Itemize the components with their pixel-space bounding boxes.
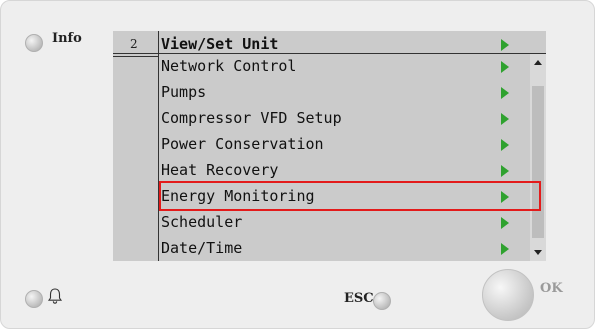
arrow-right-icon (501, 61, 509, 73)
alarm-led-button[interactable] (25, 290, 43, 308)
info-led-button[interactable] (25, 34, 43, 52)
scroll-up-icon[interactable] (534, 60, 542, 65)
display-screen: 2 View/Set Unit Network Control Pumps Co… (113, 31, 546, 261)
menu-item-scheduler[interactable]: Scheduler (113, 209, 546, 235)
arrow-right-icon (501, 113, 509, 125)
menu-level-number: 2 (130, 37, 138, 51)
info-label: Info (52, 31, 82, 46)
scroll-down-icon[interactable] (534, 250, 542, 255)
menu-item-date-time[interactable]: Date/Time (113, 235, 546, 261)
scrollbar-thumb[interactable] (532, 86, 544, 238)
menu-item-label: Network Control (161, 57, 297, 75)
menu-item-pumps[interactable]: Pumps (113, 79, 546, 105)
ok-label: OK (540, 281, 563, 296)
menu-item-label: Compressor VFD Setup (161, 109, 342, 127)
esc-label: ESC (344, 291, 374, 306)
menu-item-heat-recovery[interactable]: Heat Recovery (113, 157, 546, 183)
menu-item-label: Date/Time (161, 239, 243, 257)
esc-button[interactable] (373, 292, 391, 310)
arrow-right-icon (501, 139, 509, 151)
menu-item-compressor-vfd-setup[interactable]: Compressor VFD Setup (113, 105, 546, 131)
arrow-right-icon (501, 39, 509, 51)
bell-icon[interactable] (47, 287, 63, 305)
menu-item-label: Power Conservation (161, 135, 324, 153)
menu-item-power-conservation[interactable]: Power Conservation (113, 131, 546, 157)
arrow-right-icon (501, 165, 509, 177)
menu-item-label: Pumps (161, 83, 207, 101)
menu-item-label: Scheduler (161, 213, 243, 231)
arrow-right-icon (501, 87, 509, 99)
ok-knob-button[interactable] (482, 269, 534, 321)
arrow-right-icon (501, 217, 509, 229)
menu-title: View/Set Unit (161, 35, 279, 53)
controller-panel: Info 2 View/Set Unit Network Control Pum… (0, 0, 595, 329)
arrow-right-icon (501, 243, 509, 255)
menu-item-label: Heat Recovery (161, 161, 279, 179)
menu-item-network-control[interactable]: Network Control (113, 53, 546, 79)
selection-highlight (159, 181, 541, 211)
